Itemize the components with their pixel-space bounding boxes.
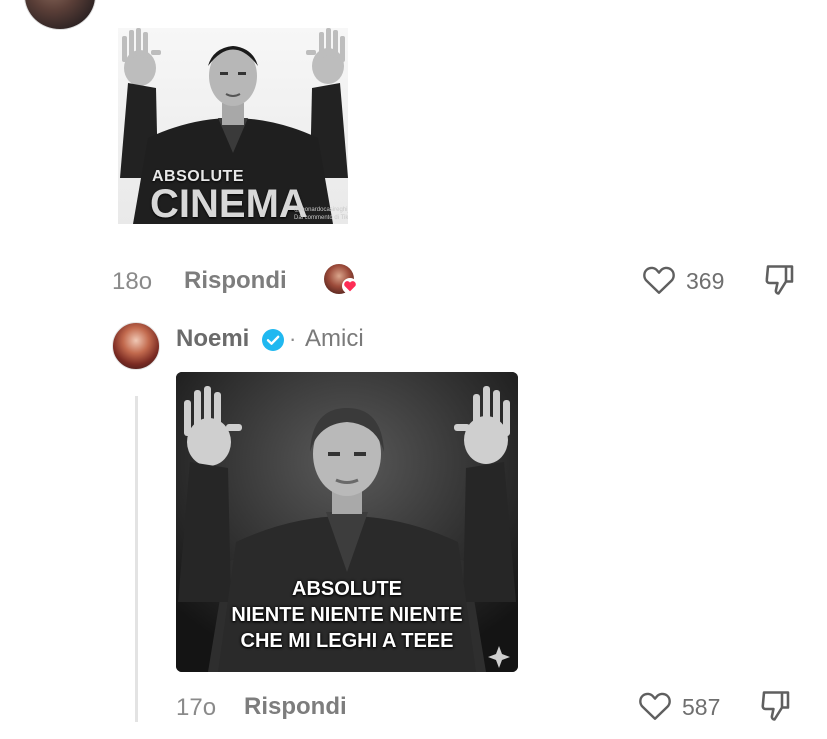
author-name[interactable]: Noemi <box>176 325 249 353</box>
comment-age: 18o <box>112 268 153 295</box>
meme-caption-line2: CINEMA <box>150 182 308 224</box>
verified-badge-icon <box>262 329 284 351</box>
like-count: 587 <box>682 694 721 720</box>
commenter-avatar[interactable] <box>24 0 96 30</box>
meme-watermark: @leonardocasireghi_ Dal commento di TikT… <box>294 207 348 221</box>
meme-caption-line3: CHE MI LEGHI A TEEE <box>240 630 454 652</box>
like-count: 369 <box>686 268 725 294</box>
heart-badge-icon <box>342 278 358 294</box>
thumbs-down-icon[interactable] <box>758 688 794 724</box>
thread-line <box>135 396 138 722</box>
creator-liked-badge <box>324 264 358 296</box>
heart-outline-icon[interactable] <box>641 262 677 298</box>
thumbs-down-icon[interactable] <box>762 262 798 298</box>
heart-outline-icon[interactable] <box>637 688 673 724</box>
comment-age: 17o <box>176 694 217 721</box>
reply-button[interactable]: Rispondi <box>184 267 287 295</box>
reply-button[interactable]: Rispondi <box>244 693 347 721</box>
meme-image-absolute-niente[interactable]: ABSOLUTE NIENTE NIENTE NIENTE CHE MI LEG… <box>176 372 518 672</box>
relation-label: Amici <box>305 325 364 352</box>
separator-dot: · <box>289 326 297 351</box>
noemi-avatar[interactable] <box>112 322 160 370</box>
meme-image-absolute-cinema[interactable]: ABSOLUTE CINEMA @leonardocasireghi_ Dal … <box>118 28 348 224</box>
meme-caption-line1: ABSOLUTE <box>292 578 402 600</box>
meme-caption-line2: NIENTE NIENTE NIENTE <box>231 604 463 626</box>
